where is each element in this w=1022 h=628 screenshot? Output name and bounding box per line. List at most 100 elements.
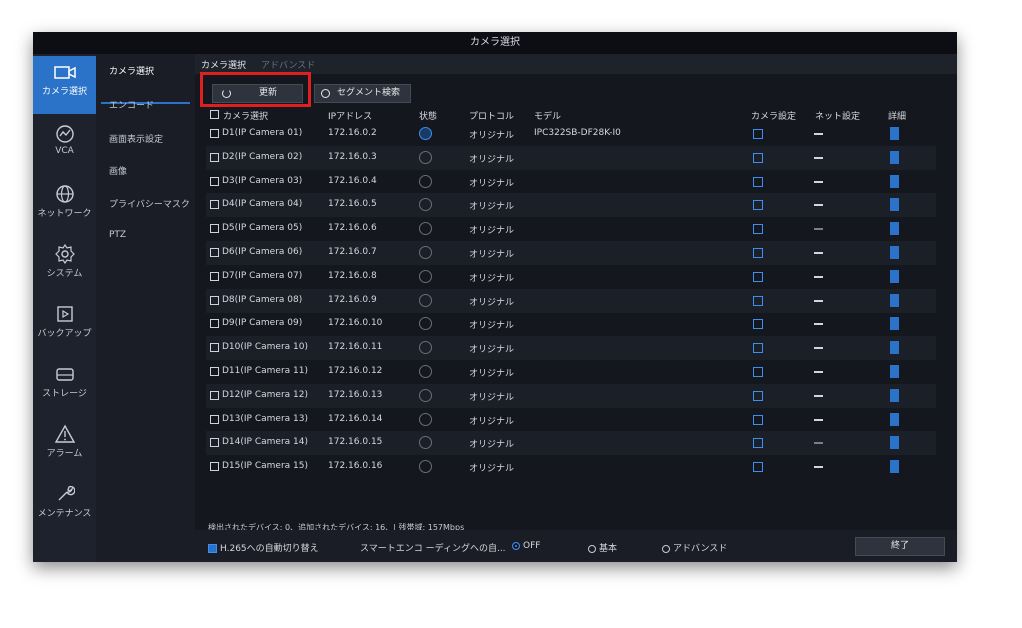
detail-icon[interactable] bbox=[890, 198, 899, 212]
row-checkbox[interactable] bbox=[210, 390, 219, 400]
edit-icon[interactable] bbox=[753, 438, 763, 449]
tab-camera-select[interactable]: カメラ選択 bbox=[201, 58, 246, 71]
table-row[interactable]: D5(IP Camera 05) 172.16.0.6 オリジナル bbox=[206, 217, 936, 241]
edit-icon[interactable] bbox=[753, 390, 763, 401]
edit-icon[interactable] bbox=[753, 462, 763, 473]
row-checkbox[interactable] bbox=[210, 414, 219, 424]
play-icon[interactable] bbox=[419, 150, 432, 164]
play-icon[interactable] bbox=[419, 388, 432, 402]
table-row[interactable]: D12(IP Camera 12) 172.16.0.13 オリジナル bbox=[206, 383, 936, 408]
row-checkbox[interactable] bbox=[210, 367, 219, 376]
detail-icon[interactable] bbox=[890, 412, 899, 426]
nav-alarm[interactable]: アラーム bbox=[33, 416, 96, 474]
table-row[interactable]: D8(IP Camera 08) 172.16.0.9 オリジナル bbox=[206, 288, 936, 313]
play-icon[interactable] bbox=[419, 341, 432, 355]
row-checkbox[interactable] bbox=[210, 129, 219, 138]
nav-storage[interactable]: ストレージ bbox=[33, 356, 96, 414]
detail-icon[interactable] bbox=[890, 341, 899, 355]
subnav-ptz[interactable]: PTZ bbox=[109, 230, 126, 240]
detail-icon[interactable] bbox=[890, 222, 899, 236]
row-checkbox[interactable] bbox=[210, 200, 219, 210]
edit-icon[interactable] bbox=[753, 224, 763, 235]
play-icon[interactable] bbox=[419, 246, 432, 259]
edit-icon[interactable] bbox=[753, 271, 763, 282]
detail-icon[interactable] bbox=[890, 460, 899, 474]
table-row[interactable]: D14(IP Camera 14) 172.16.0.15 オリジナル bbox=[206, 431, 936, 456]
edit-icon[interactable] bbox=[753, 319, 763, 330]
table-row[interactable]: D7(IP Camera 07) 172.16.0.8 オリジナル bbox=[206, 265, 936, 289]
subnav-image[interactable]: 画像 bbox=[109, 164, 127, 177]
subnav-camera-select[interactable]: カメラ選択 bbox=[109, 64, 154, 77]
play-icon[interactable] bbox=[419, 198, 432, 212]
play-icon[interactable] bbox=[419, 436, 432, 450]
radio-advanced[interactable] bbox=[662, 544, 670, 553]
play-icon[interactable] bbox=[419, 412, 432, 426]
smart-basic-option[interactable]: 基本 bbox=[588, 541, 617, 554]
detail-icon[interactable] bbox=[890, 317, 899, 331]
nav-network[interactable]: ネットワーク bbox=[33, 176, 96, 234]
edit-icon[interactable] bbox=[753, 129, 763, 139]
nav-maintenance[interactable]: メンテナンス bbox=[33, 476, 96, 534]
play-icon[interactable] bbox=[419, 269, 432, 283]
row-checkbox[interactable] bbox=[210, 295, 219, 305]
radio-basic[interactable] bbox=[588, 544, 596, 553]
segment-search-button[interactable]: セグメント検索 bbox=[314, 84, 411, 103]
table-row[interactable]: D3(IP Camera 03) 172.16.0.4 オリジナル bbox=[206, 170, 936, 194]
detail-icon[interactable] bbox=[890, 293, 899, 307]
table-row[interactable]: D6(IP Camera 06) 172.16.0.7 オリジナル bbox=[206, 241, 936, 265]
tab-advanced[interactable]: アドバンスド bbox=[261, 58, 315, 71]
detail-icon[interactable] bbox=[890, 436, 899, 450]
table-row[interactable]: D1(IP Camera 01) 172.16.0.2 オリジナル IPC322SB-… bbox=[206, 122, 936, 148]
edit-icon[interactable] bbox=[753, 176, 763, 187]
subnav-encode[interactable]: エンコード bbox=[109, 98, 154, 111]
row-checkbox[interactable] bbox=[210, 152, 219, 162]
detail-icon[interactable] bbox=[890, 388, 899, 402]
table-row[interactable]: D10(IP Camera 10) 172.16.0.11 オリジナル bbox=[206, 336, 936, 361]
table-row[interactable]: D2(IP Camera 02) 172.16.0.3 オリジナル bbox=[206, 145, 936, 170]
subnav-privacy-mask[interactable]: プライバシーマスク bbox=[109, 197, 190, 210]
row-checkbox[interactable] bbox=[210, 462, 219, 472]
h265-toggle[interactable]: H.265への自動切り替え bbox=[208, 541, 319, 554]
nav-vca[interactable]: VCA bbox=[33, 116, 96, 174]
row-checkbox[interactable] bbox=[210, 438, 219, 448]
play-icon[interactable] bbox=[419, 127, 432, 140]
edit-icon[interactable] bbox=[753, 200, 763, 211]
nav-camera[interactable]: カメラ選択 bbox=[33, 56, 96, 114]
edit-icon[interactable] bbox=[753, 414, 763, 425]
edit-icon[interactable] bbox=[753, 295, 763, 306]
nav-system[interactable]: システム bbox=[33, 236, 96, 294]
h265-checkbox[interactable] bbox=[208, 544, 217, 553]
table-row[interactable]: D9(IP Camera 09) 172.16.0.10 オリジナル bbox=[206, 312, 936, 336]
table-row[interactable]: D11(IP Camera 11) 172.16.0.12 オリジナル bbox=[206, 360, 936, 384]
smart-off-option[interactable]: OFF bbox=[512, 541, 540, 551]
table-row[interactable]: D15(IP Camera 15) 172.16.0.16 オリジナル bbox=[206, 455, 936, 479]
row-checkbox[interactable] bbox=[210, 343, 219, 353]
row-checkbox[interactable] bbox=[210, 248, 219, 257]
play-icon[interactable] bbox=[419, 174, 432, 188]
play-icon[interactable] bbox=[419, 293, 432, 307]
row-checkbox[interactable] bbox=[210, 319, 219, 329]
row-checkbox[interactable] bbox=[210, 176, 219, 186]
edit-icon[interactable] bbox=[753, 152, 763, 163]
table-row[interactable]: D4(IP Camera 04) 172.16.0.5 オリジナル bbox=[206, 193, 936, 218]
select-all-checkbox[interactable] bbox=[210, 110, 219, 119]
play-icon[interactable] bbox=[419, 222, 432, 236]
row-checkbox[interactable] bbox=[210, 224, 219, 234]
play-icon[interactable] bbox=[419, 460, 432, 474]
subnav-display[interactable]: 画面表示設定 bbox=[109, 132, 163, 145]
edit-icon[interactable] bbox=[753, 367, 763, 377]
play-icon[interactable] bbox=[419, 317, 432, 331]
row-checkbox[interactable] bbox=[210, 271, 219, 281]
edit-icon[interactable] bbox=[753, 343, 763, 354]
detail-icon[interactable] bbox=[890, 150, 899, 164]
exit-button[interactable]: 終了 bbox=[855, 537, 945, 556]
detail-icon[interactable] bbox=[890, 365, 899, 378]
radio-off[interactable] bbox=[512, 541, 520, 550]
detail-icon[interactable] bbox=[890, 246, 899, 259]
play-icon[interactable] bbox=[419, 365, 432, 378]
nav-backup[interactable]: バックアップ bbox=[33, 296, 96, 354]
detail-icon[interactable] bbox=[890, 127, 899, 140]
smart-advanced-option[interactable]: アドバンスド bbox=[662, 541, 727, 554]
detail-icon[interactable] bbox=[890, 269, 899, 283]
edit-icon[interactable] bbox=[753, 248, 763, 258]
